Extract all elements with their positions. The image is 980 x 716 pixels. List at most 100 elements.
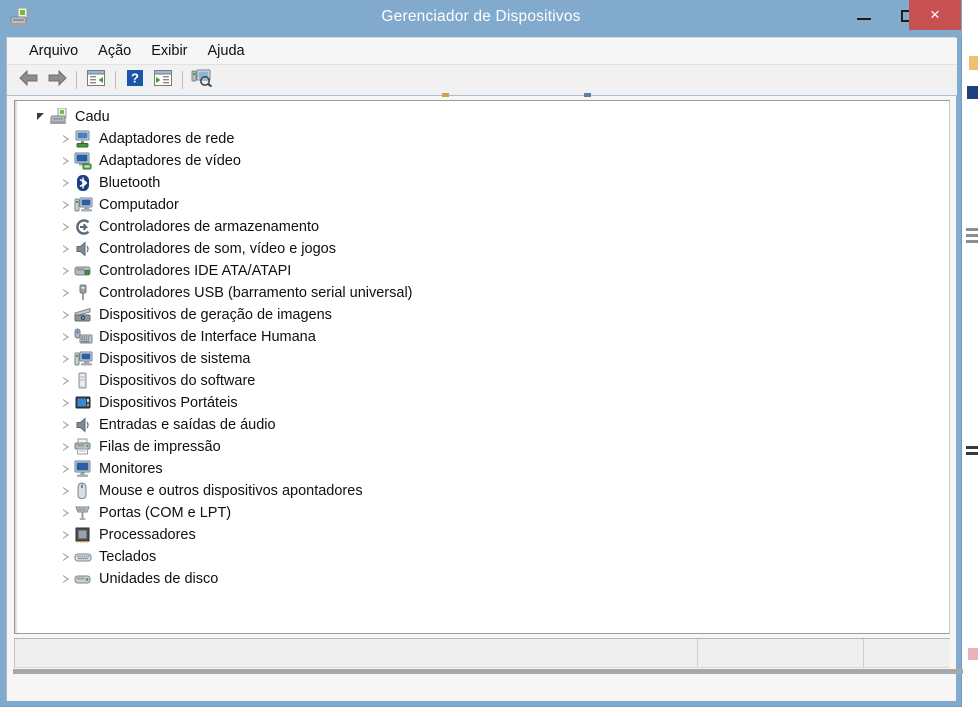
audio-io-icon	[74, 416, 94, 434]
display-adapter-icon	[74, 152, 94, 170]
tree-row-storage-controller[interactable]: Controladores de armazenamento	[15, 216, 949, 238]
tree-row-imaging-device[interactable]: Dispositivos de geração de imagens	[15, 304, 949, 326]
chevron-right-icon[interactable]	[58, 483, 74, 499]
chevron-right-icon[interactable]	[58, 395, 74, 411]
tree-row-root[interactable]: Cadu	[15, 106, 949, 128]
tree-row-disk-drive[interactable]: Unidades de disco	[15, 568, 949, 590]
tree-row-bluetooth[interactable]: Bluetooth	[15, 172, 949, 194]
tree-row-portable-device[interactable]: Dispositivos Portáteis	[15, 392, 949, 414]
tree-row-system-device[interactable]: Dispositivos de sistema	[15, 348, 949, 370]
chevron-right-icon[interactable]	[58, 571, 74, 587]
tree-label-imaging-device: Dispositivos de geração de imagens	[99, 307, 332, 323]
tree-row-sound-controller[interactable]: Controladores de som, vídeo e jogos	[15, 238, 949, 260]
tree-row-hid-device[interactable]: Dispositivos de Interface Humana	[15, 326, 949, 348]
tree-label-audio-io: Entradas e saídas de áudio	[99, 417, 276, 433]
tree-row-audio-io[interactable]: Entradas e saídas de áudio	[15, 414, 949, 436]
help-icon: ?	[126, 69, 144, 92]
client-area: Arquivo Ação Exibir Ajuda ? Cadu Adaptad…	[6, 37, 963, 701]
tree-row-software-device[interactable]: Dispositivos do software	[15, 370, 949, 392]
background-artifact-6	[966, 446, 978, 449]
chevron-right-icon[interactable]	[58, 351, 74, 367]
computer-icon	[50, 108, 70, 126]
tree-row-display-adapter[interactable]: Adaptadores de vídeo	[15, 150, 949, 172]
menu-ajuda[interactable]: Ajuda	[198, 40, 255, 62]
tree-label-software-device: Dispositivos do software	[99, 373, 256, 389]
toolbar: ?	[7, 65, 957, 97]
tree-row-network-adapter[interactable]: Adaptadores de rede	[15, 128, 949, 150]
back-arrow-icon	[18, 69, 40, 92]
forward-arrow-icon	[46, 69, 68, 92]
toolbar-scan-changes-button[interactable]	[188, 67, 216, 93]
tree-row-mouse[interactable]: Mouse e outros dispositivos apontadores	[15, 480, 949, 502]
toolbar-forward-button[interactable]	[43, 67, 71, 93]
tree-row-usb-controller[interactable]: Controladores USB (barramento serial uni…	[15, 282, 949, 304]
chevron-right-icon[interactable]	[58, 285, 74, 301]
tree-label-usb-controller: Controladores USB (barramento serial uni…	[99, 285, 413, 301]
tree-row-ide-controller[interactable]: Controladores IDE ATA/ATAPI	[15, 260, 949, 282]
properties-icon	[86, 69, 106, 92]
toolbar-artifact-2	[584, 93, 591, 97]
toolbar-separator-1	[76, 71, 77, 89]
print-queue-icon	[74, 438, 94, 456]
usb-controller-icon	[74, 284, 94, 302]
tree-label-disk-drive: Unidades de disco	[99, 571, 219, 587]
chevron-right-icon[interactable]	[58, 461, 74, 477]
toolbar-back-button[interactable]	[15, 67, 43, 93]
chevron-right-icon[interactable]	[58, 505, 74, 521]
chevron-right-icon[interactable]	[58, 307, 74, 323]
background-artifact-8	[968, 648, 978, 660]
minimize-button[interactable]	[841, 0, 887, 30]
chevron-right-icon[interactable]	[58, 527, 74, 543]
disk-drive-icon	[74, 570, 94, 588]
menu-arquivo[interactable]: Arquivo	[19, 40, 88, 62]
chevron-right-icon[interactable]	[58, 175, 74, 191]
tree-row-keyboard[interactable]: Teclados	[15, 546, 949, 568]
status-pane-third	[864, 639, 949, 667]
background-artifact-1	[969, 56, 978, 70]
imaging-device-icon	[74, 306, 94, 324]
background-artifact-3	[966, 228, 978, 231]
chevron-right-icon[interactable]	[58, 549, 74, 565]
chevron-right-icon[interactable]	[58, 241, 74, 257]
tree-label-ide-controller: Controladores IDE ATA/ATAPI	[99, 263, 292, 279]
close-icon: ×	[930, 5, 940, 24]
tree-label-processor: Processadores	[99, 527, 196, 543]
window-bottom-edge	[13, 669, 963, 674]
system-device-icon	[74, 350, 94, 368]
device-tree-panel[interactable]: Cadu Adaptadores de rede Adaptadores de …	[14, 100, 950, 634]
processor-icon	[74, 526, 94, 544]
toolbar-properties-button[interactable]	[82, 67, 110, 93]
menu-exibir[interactable]: Exibir	[141, 40, 197, 62]
chevron-right-icon[interactable]	[58, 417, 74, 433]
tree-label-mouse: Mouse e outros dispositivos apontadores	[99, 483, 363, 499]
tree-row-print-queue[interactable]: Filas de impressão	[15, 436, 949, 458]
computer-node-icon	[74, 196, 94, 214]
tree-label-hid-device: Dispositivos de Interface Humana	[99, 329, 316, 345]
chevron-right-icon[interactable]	[58, 373, 74, 389]
chevron-right-icon[interactable]	[58, 329, 74, 345]
tree-row-computer[interactable]: Computador	[15, 194, 949, 216]
chevron-right-icon[interactable]	[58, 219, 74, 235]
toolbar-artifact-1	[442, 93, 449, 97]
storage-controller-icon	[74, 218, 94, 236]
chevron-right-icon[interactable]	[58, 439, 74, 455]
tree-label-storage-controller: Controladores de armazenamento	[99, 219, 320, 235]
background-artifact-7	[966, 452, 978, 455]
chevron-right-icon[interactable]	[58, 153, 74, 169]
toolbar-show-hidden-button[interactable]	[149, 67, 177, 93]
chevron-right-icon[interactable]	[58, 131, 74, 147]
menu-acao[interactable]: Ação	[88, 40, 141, 62]
svg-text:?: ?	[131, 70, 139, 85]
toolbar-help-button[interactable]: ?	[121, 67, 149, 93]
toolbar-separator-3	[182, 71, 183, 89]
close-button[interactable]: ×	[909, 0, 961, 30]
title-bar[interactable]: Gerenciador de Dispositivos ×	[0, 0, 962, 37]
tree-row-processor[interactable]: Processadores	[15, 524, 949, 546]
tree-row-ports[interactable]: Portas (COM e LPT)	[15, 502, 949, 524]
expand-arrow-icon[interactable]	[34, 109, 50, 125]
chevron-right-icon[interactable]	[58, 197, 74, 213]
tree-label-sound-controller: Controladores de som, vídeo e jogos	[99, 241, 336, 257]
chevron-right-icon[interactable]	[58, 263, 74, 279]
tree-row-monitor[interactable]: Monitores	[15, 458, 949, 480]
bluetooth-icon	[74, 174, 94, 192]
